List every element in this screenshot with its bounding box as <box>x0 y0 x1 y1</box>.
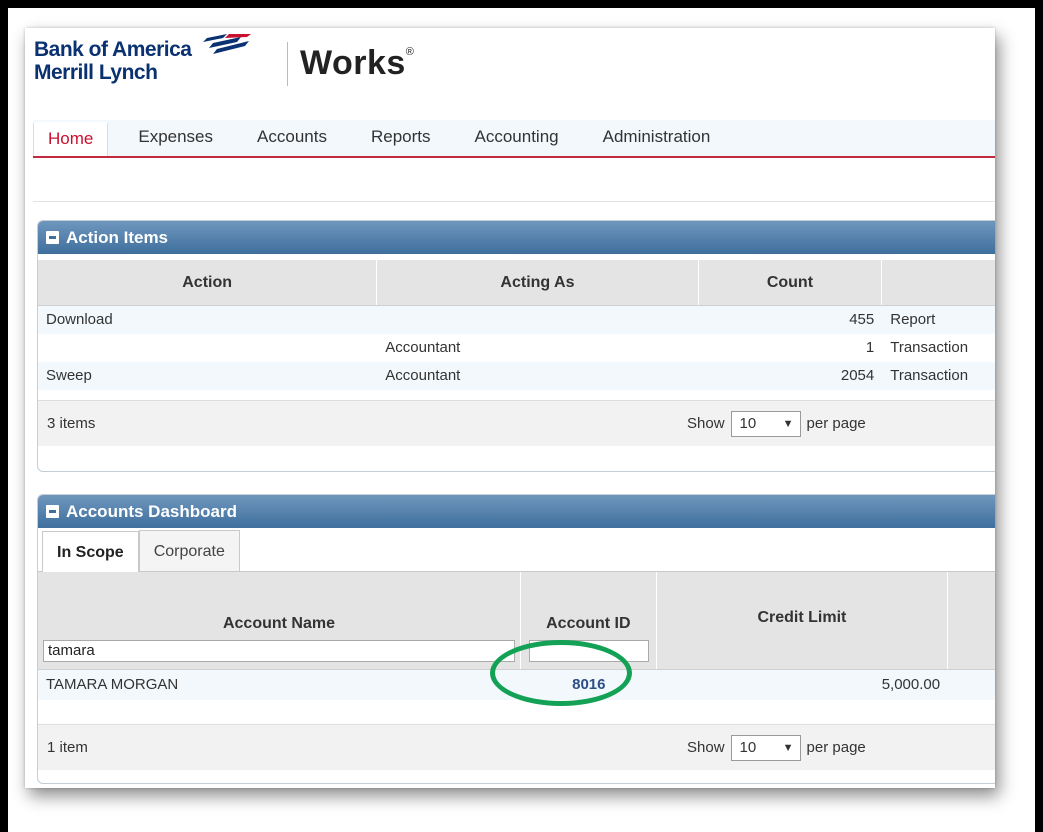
action-items-title: Action Items <box>66 228 169 247</box>
column-header-acting-as[interactable]: Acting As <box>377 260 699 305</box>
logo-divider <box>287 42 288 86</box>
nav-expenses[interactable]: Expenses <box>108 120 235 156</box>
highlight-circle-annotation <box>490 640 632 706</box>
dropdown-arrow-icon: ▼ <box>782 741 794 754</box>
cell-extra <box>948 670 995 700</box>
cell-credit-limit: 5,000.00 <box>881 676 941 693</box>
cell-action: Download <box>46 311 113 328</box>
cell-acting-as <box>377 306 698 334</box>
cell-action: Sweep <box>46 367 92 384</box>
nav-accounts[interactable]: Accounts <box>235 120 349 156</box>
per-page-select[interactable]: 10 ▼ <box>730 410 801 437</box>
cell-action <box>38 334 377 362</box>
logo-line-1: Bank of America <box>34 38 192 61</box>
cell-type: Transaction <box>890 367 969 384</box>
cell-type: Transaction <box>890 339 969 356</box>
bank-logo[interactable]: Bank of America Merrill Lynch <box>34 38 192 84</box>
per-page-value: 10 <box>739 739 757 756</box>
registered-mark: ® <box>405 46 415 58</box>
tab-corporate[interactable]: Corporate <box>138 530 240 571</box>
collapse-icon[interactable] <box>46 231 59 244</box>
dropdown-arrow-icon: ▼ <box>782 417 794 430</box>
cell-type: Report <box>890 311 936 328</box>
nav-accounting[interactable]: Accounting <box>453 120 581 156</box>
cell-count: 455 <box>849 311 875 328</box>
nav-home[interactable]: Home <box>33 122 109 156</box>
accounts-pager: 1 item Show 10 ▼ per page <box>38 724 995 770</box>
cell-count: 2054 <box>840 367 875 384</box>
product-title: Works® <box>300 44 414 83</box>
column-header-account-name[interactable]: Account Name <box>38 572 520 634</box>
cell-account-name: TAMARA MORGAN <box>46 676 179 693</box>
cell-acting-as: Accountant <box>385 339 461 356</box>
flag-logo-icon <box>203 34 251 54</box>
account-name-filter-input[interactable]: tamara <box>43 640 515 662</box>
cell-count: 1 <box>865 339 875 356</box>
column-header-credit-limit[interactable]: Credit Limit <box>657 572 947 628</box>
per-page-select[interactable]: 10 ▼ <box>730 734 801 761</box>
per-page-label: per page <box>806 739 866 756</box>
dashboard-tabs: In Scope Corporate <box>38 528 995 572</box>
show-label: Show <box>687 415 725 432</box>
action-items-panel: Action Items Action Acting As Count Down… <box>37 220 995 472</box>
table-row[interactable]: Accountant 1 Transaction <box>38 334 995 362</box>
per-page-label: per page <box>806 415 866 432</box>
table-row[interactable]: Sweep Accountant 2054 Transaction <box>38 362 995 390</box>
sub-nav-bar <box>33 160 995 202</box>
item-count: 1 item <box>47 739 88 756</box>
column-header-account-id[interactable]: Account ID <box>521 572 656 634</box>
accounts-dashboard-panel: Accounts Dashboard In Scope Corporate Ac… <box>37 494 995 784</box>
column-header-type <box>882 260 995 305</box>
main-nav: Home Expenses Accounts Reports Accountin… <box>33 120 995 158</box>
tab-in-scope[interactable]: In Scope <box>42 531 139 572</box>
logo-line-2: Merrill Lynch <box>34 61 158 84</box>
nav-reports[interactable]: Reports <box>349 120 453 156</box>
action-items-header[interactable]: Action Items <box>38 221 995 254</box>
table-row[interactable]: Download 455 Report <box>38 306 995 334</box>
column-header-count[interactable]: Count <box>699 260 883 305</box>
column-credit-limit: Credit Limit <box>657 572 949 669</box>
column-extra <box>948 572 995 669</box>
collapse-icon[interactable] <box>46 505 59 518</box>
product-name: Works <box>300 44 406 82</box>
item-count: 3 items <box>47 415 96 432</box>
accounts-dashboard-header[interactable]: Accounts Dashboard <box>38 495 995 528</box>
show-label: Show <box>687 739 725 756</box>
column-account-name: Account Name tamara <box>38 572 521 669</box>
action-items-pager: 3 items Show 10 ▼ per page <box>38 400 995 446</box>
accounts-dashboard-title: Accounts Dashboard <box>66 502 237 521</box>
cell-acting-as: Accountant <box>385 367 461 384</box>
per-page-value: 10 <box>739 415 757 432</box>
table-spacer <box>38 700 995 724</box>
nav-administration[interactable]: Administration <box>581 120 733 156</box>
table-spacer <box>38 390 995 400</box>
action-items-header-row: Action Acting As Count <box>38 260 995 306</box>
column-header-action[interactable]: Action <box>38 260 378 305</box>
